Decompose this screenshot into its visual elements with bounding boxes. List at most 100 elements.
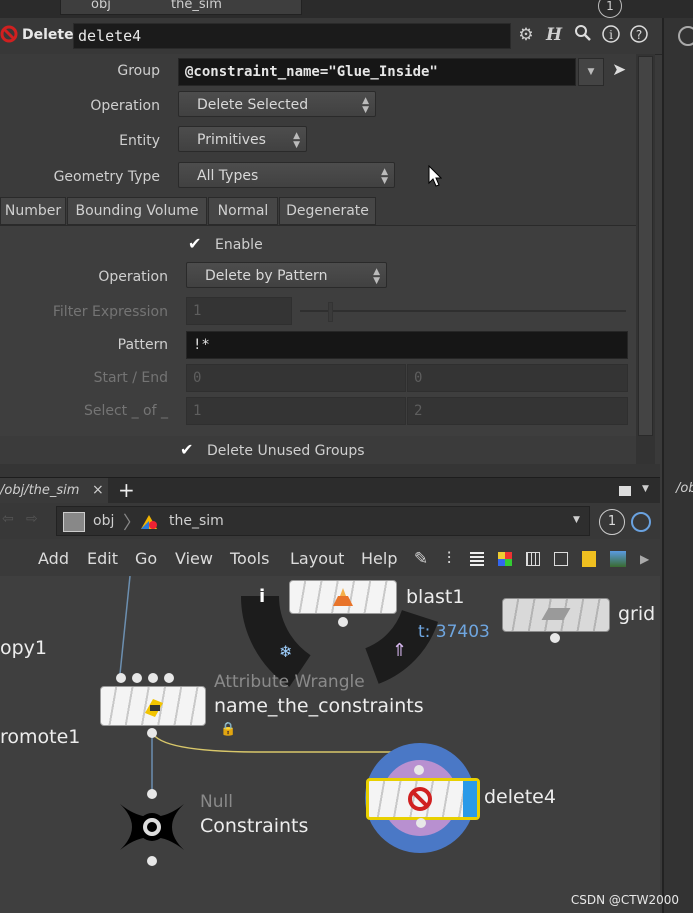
delete-unused-groups-checkbox[interactable]: ✔ [180,442,196,458]
delete-operation-menu[interactable]: Delete by Pattern ▲ ▼ [186,262,387,288]
group-input[interactable]: @constraint_name="Glue_Inside" [178,58,576,86]
blast1-output[interactable] [338,617,348,627]
background-image-icon[interactable] [610,551,626,567]
operation-label: Operation [90,98,160,114]
list-view-icon[interactable] [470,552,484,566]
gear-icon[interactable]: ⚙ [515,24,537,46]
right-tab-label[interactable]: /ob [676,481,693,496]
freeze-ring-icon[interactable]: ❄ [279,642,292,661]
tab-menu-arrow-icon[interactable]: ▼ [642,484,649,494]
node-name-the-constraints[interactable] [100,686,206,726]
geometry-type-menu[interactable]: All Types ▲ ▼ [178,162,395,188]
add-tab-button[interactable]: + [118,478,135,502]
node-delete4[interactable] [366,778,480,820]
node-grid[interactable] [502,598,610,632]
operation-menu[interactable]: Delete Selected ▲ ▼ [178,91,376,117]
menu-add[interactable]: Add [38,549,69,568]
info-icon[interactable]: i [600,24,622,46]
pane-splitter[interactable] [0,464,660,477]
blast1-label[interactable]: blast1 [406,586,464,608]
tab-number[interactable]: Number [0,197,66,225]
network-path-field[interactable]: obj 〉 the_sim ▼ [56,506,590,536]
filter-slider[interactable] [300,310,626,312]
wrench-tools-icon[interactable]: ✎ [410,548,432,570]
color-palette-icon[interactable] [498,552,512,566]
entity-label: Entity [119,133,160,149]
null-output[interactable] [147,856,157,866]
close-tab-icon[interactable]: × [92,482,104,498]
menu-go[interactable]: Go [135,549,157,568]
menu-view[interactable]: View [175,549,213,568]
wrangle-input-1[interactable] [116,673,126,683]
search-icon[interactable] [572,24,594,46]
null-name-label[interactable]: Constraints [200,815,308,837]
path-node[interactable]: the_sim [169,513,224,529]
top-path-field[interactable]: obj the_sim [60,0,302,15]
select-arrow-icon[interactable]: ➤ [612,60,630,80]
grid-icon [541,608,571,620]
null-node-icon[interactable] [114,800,190,854]
node-blast1[interactable] [289,580,397,614]
entity-menu[interactable]: Primitives ▲ ▼ [178,126,307,152]
path-dropdown-icon[interactable]: ▼ [573,515,580,525]
end-input[interactable]: 0 [407,364,628,392]
wrangle-icon [141,693,167,719]
question-icon[interactable]: ? [628,24,650,46]
group-dropdown-button[interactable]: ▼ [578,58,604,86]
param-scrollbar[interactable] [636,54,655,464]
bypass-ring-icon[interactable]: ⇑ [392,640,407,661]
grid-view-icon[interactable] [526,552,540,566]
wrangle-output[interactable] [147,728,157,738]
select-a-input[interactable]: 1 [186,397,406,425]
delete-node-icon [407,786,433,812]
geometry-type-value: All Types [197,168,259,184]
enable-checkbox[interactable]: ✔ [188,236,204,252]
delete4-input[interactable] [414,765,424,775]
wrangle-name-label[interactable]: name_the_constraints [214,695,424,717]
pattern-input[interactable]: !* [186,331,628,359]
wrangle-input-2[interactable] [132,673,142,683]
null-input[interactable] [147,789,157,799]
top-badge[interactable]: 1 [598,0,622,18]
path-context[interactable]: obj [93,513,114,529]
network-badge[interactable]: 1 [599,509,625,535]
tab-bounding-volume[interactable]: Bounding Volume [67,197,207,225]
menu-tools[interactable]: Tools [230,549,269,568]
help-h-icon[interactable]: H [543,24,565,46]
tab-degenerate[interactable]: Degenerate [279,197,376,225]
tab-normal[interactable]: Normal [208,197,278,225]
select-b-input[interactable]: 2 [407,397,628,425]
delete-sop-icon [0,25,18,43]
copy-label[interactable]: opy1 [0,637,47,659]
sticky-note-icon[interactable] [582,551,596,567]
network-target-icon[interactable] [631,512,651,532]
menu-help[interactable]: Help [361,549,397,568]
maximize-icon[interactable] [619,486,631,496]
top-path-node: the_sim [171,0,222,12]
grid-output[interactable] [550,633,560,643]
watermark: CSDN @CTW2000 [570,893,679,907]
tree-view-icon[interactable]: ⫶ [438,548,460,570]
grid-label[interactable]: grid [618,603,655,625]
node-name-input[interactable]: delete4 [73,23,511,49]
back-arrow-icon[interactable]: ⇦ [2,511,14,527]
filter-slider-handle[interactable] [328,302,333,322]
network-box-icon[interactable] [554,552,568,566]
forward-arrow-icon[interactable]: ⇨ [26,511,38,527]
menu-edit[interactable]: Edit [87,549,118,568]
wrangle-input-4[interactable] [164,673,174,683]
menu-layout[interactable]: Layout [290,549,344,568]
filter-expression-input[interactable]: 1 [186,297,292,325]
delete4-output[interactable] [416,818,426,828]
info-ring-icon[interactable]: i [259,586,265,607]
delete-operation-value: Delete by Pattern [205,268,328,284]
wrangle-input-3[interactable] [148,673,158,683]
menu-overflow-icon[interactable]: ▶ [640,552,649,566]
select-of-label: Select _ of _ [83,403,168,419]
tab-obj-the-sim[interactable]: /obj/the_sim × [0,478,108,504]
start-input[interactable]: 0 [186,364,406,392]
promote-label[interactable]: romote1 [0,726,80,748]
display-flag[interactable] [463,781,477,817]
delete4-label[interactable]: delete4 [484,786,556,808]
entity-value: Primitives [197,132,266,148]
